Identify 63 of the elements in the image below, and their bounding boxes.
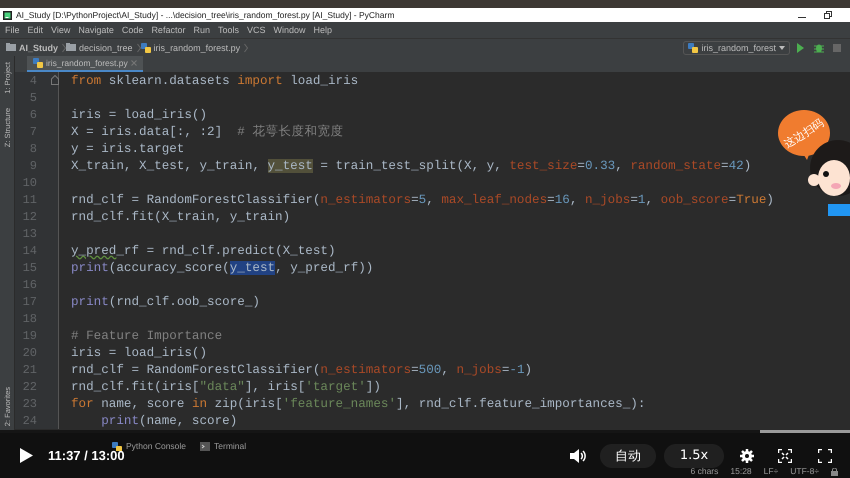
quality-button[interactable]: 自动 bbox=[600, 444, 656, 468]
code-line: X_train, X_test, y_train, y_test = train_test_split(X, y, test_size=0.33, random_state=42) bbox=[71, 158, 752, 172]
python-file-icon bbox=[112, 442, 122, 450]
caret-icon bbox=[779, 46, 785, 50]
status-text: LF÷ bbox=[764, 466, 778, 476]
app-icon bbox=[3, 10, 12, 20]
menu-item[interactable]: Navigate bbox=[78, 25, 114, 35]
menu-item[interactable]: VCS bbox=[246, 25, 266, 35]
chevron-icon bbox=[244, 42, 248, 52]
menu-item[interactable]: Refactor bbox=[151, 25, 186, 35]
playback-time: 11:37 / 13:00 bbox=[48, 448, 125, 463]
tool-window-tab[interactable]: Python Console bbox=[126, 441, 186, 451]
code-line: y = iris.target bbox=[71, 142, 184, 156]
run-icon[interactable] bbox=[796, 42, 806, 52]
code-line: rnd_clf = RandomForestClassifier(n_estimators=500, n_jobs=-1) bbox=[71, 362, 532, 376]
lock-icon[interactable] bbox=[831, 468, 838, 476]
menu-item[interactable]: File bbox=[5, 25, 20, 35]
chevron-icon bbox=[136, 42, 141, 52]
speed-button[interactable]: 1.5x bbox=[664, 444, 724, 468]
code-line: X = iris.data[:, :2] # 花萼长度和宽度 bbox=[71, 124, 344, 140]
code-line: for name, score in zip(iris['feature_names'], rnd_clf.feature_importances_): bbox=[71, 396, 646, 410]
python-file-icon bbox=[33, 58, 43, 68]
menu-item[interactable]: Tools bbox=[218, 25, 239, 35]
play-icon[interactable] bbox=[20, 448, 33, 463]
code-line: print(rnd_clf.oob_score_) bbox=[71, 294, 260, 308]
breadcrumb[interactable]: decision_tree bbox=[79, 42, 133, 52]
code-line: iris = load_iris() bbox=[71, 346, 208, 360]
fold-icon[interactable] bbox=[51, 75, 59, 85]
bug-icon[interactable] bbox=[814, 42, 824, 52]
restore-icon[interactable] bbox=[824, 11, 832, 19]
status-text: 15:28 bbox=[730, 466, 752, 476]
code-line: y_pred_rf = rnd_clf.predict(X_test) bbox=[71, 244, 336, 258]
code-line: rnd_clf.fit(iris["data"], iris['target']) bbox=[71, 380, 381, 394]
fullscreen-icon[interactable] bbox=[818, 448, 832, 462]
code-line: iris = load_iris() bbox=[71, 108, 208, 122]
python-file-icon bbox=[140, 42, 151, 52]
chevron-icon bbox=[62, 42, 66, 52]
window-title: AI_Study [D:\PythonProject\AI_Study] - ...\decision_tree\iris_random_forest.py [AI_Study] - PyCharm bbox=[16, 10, 394, 20]
fullscreen-icon[interactable] bbox=[778, 448, 792, 462]
status-text: UTF-8÷ bbox=[790, 466, 819, 476]
tool-window-tab[interactable]: Terminal bbox=[214, 441, 246, 451]
run-configuration-dropdown[interactable]: iris_random_forest bbox=[683, 40, 790, 54]
code-line: rnd_clf.fit(X_train, y_train) bbox=[71, 210, 290, 224]
volume-icon[interactable] bbox=[570, 448, 586, 462]
menu-item[interactable]: Code bbox=[122, 25, 144, 35]
editor-tab[interactable]: iris_random_forest.py bbox=[27, 56, 143, 72]
menu-item[interactable]: Help bbox=[314, 25, 332, 35]
code-line: # Feature Importance bbox=[71, 328, 222, 342]
code-line: rnd_clf = RandomForestClassifier(n_estimators=5, max_leaf_nodes=16, n_jobs=1, oob_score=True) bbox=[71, 192, 774, 206]
python-file-icon bbox=[688, 42, 698, 52]
menu-item[interactable]: Run bbox=[193, 25, 210, 35]
menu-item[interactable]: Window bbox=[274, 25, 306, 35]
folder-icon bbox=[66, 42, 76, 52]
menu-item[interactable]: Edit bbox=[28, 25, 44, 35]
code-line: print(accuracy_score(y_test, y_pred_rf)) bbox=[71, 260, 374, 274]
breadcrumb[interactable]: iris_random_forest.py bbox=[154, 42, 240, 52]
settings-icon[interactable] bbox=[740, 448, 754, 462]
code-line: print(name, score) bbox=[100, 414, 238, 428]
menu-item[interactable]: View bbox=[51, 25, 70, 35]
code-line: from sklearn.datasets import load_iris bbox=[71, 74, 358, 88]
status-text: 6 chars bbox=[690, 466, 718, 476]
folder-icon bbox=[6, 42, 16, 52]
breadcrumb[interactable]: AI_Study bbox=[19, 42, 58, 52]
